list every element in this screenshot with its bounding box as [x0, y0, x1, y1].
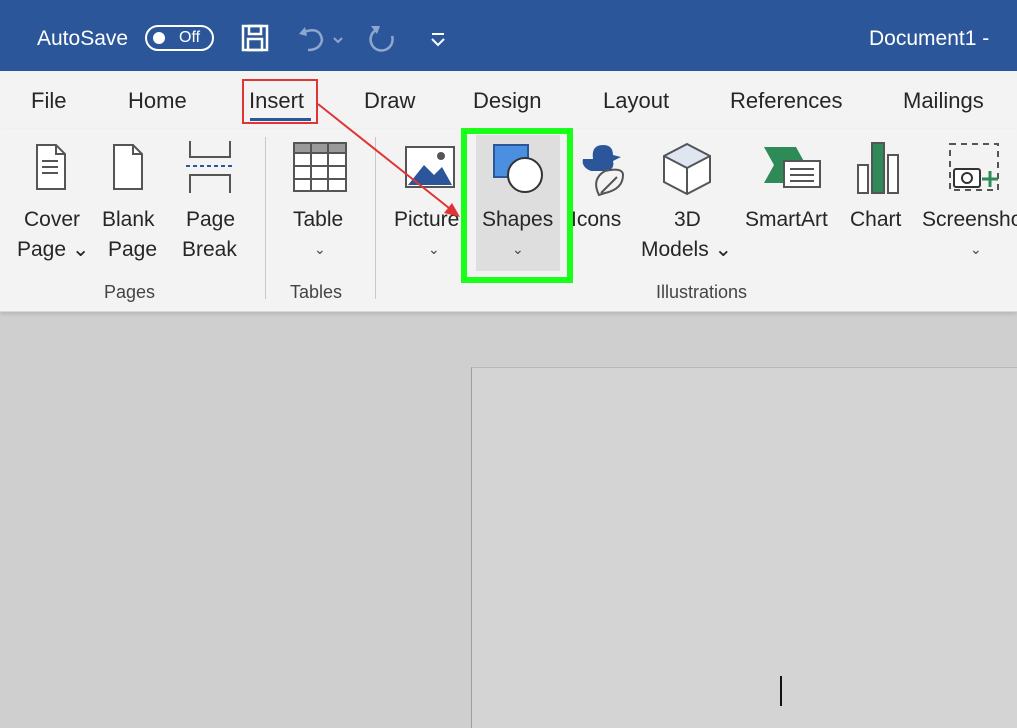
group-separator	[375, 137, 376, 299]
table-chevron-down-icon: ⌄	[314, 241, 326, 257]
3d-models-button[interactable]: 3D Models ⌄	[638, 129, 738, 279]
text-cursor	[780, 676, 782, 706]
page-break-label-line1: Page	[186, 208, 236, 231]
save-icon[interactable]	[240, 22, 270, 54]
tab-file[interactable]: File	[31, 88, 66, 114]
cover-page-label-line2: Page ⌄	[17, 238, 90, 261]
screenshot-label: Screensho	[922, 208, 1017, 231]
icons-button[interactable]: Icons	[565, 129, 631, 279]
blank-page-label-line1: Blank	[102, 208, 155, 231]
table-label: Table	[293, 208, 344, 231]
table-icon	[293, 142, 347, 192]
pictures-icon	[405, 146, 455, 188]
page-break-icon	[186, 141, 234, 193]
chart-label: Chart	[850, 208, 902, 231]
document-title: Document1 -	[869, 27, 990, 50]
group-label-pages: Pages	[104, 282, 156, 302]
ribbon-tabs: File Home Insert Draw Design Layout Refe…	[0, 71, 1017, 129]
shapes-button-highlight	[461, 128, 573, 283]
tab-draw[interactable]: Draw	[364, 88, 415, 114]
3d-cube-icon	[663, 142, 711, 196]
redo-icon[interactable]	[366, 22, 402, 54]
pictures-chevron-down-icon: ⌄	[428, 241, 440, 257]
chart-button[interactable]: Chart	[846, 129, 910, 279]
screenshot-chevron-down-icon: ⌄	[970, 241, 982, 257]
insert-tab-highlight	[242, 79, 318, 124]
toggle-knob	[153, 32, 165, 44]
smartart-label: SmartArt	[745, 208, 828, 231]
tab-mailings[interactable]: Mailings	[903, 88, 984, 114]
table-button[interactable]: Table ⌄	[284, 129, 356, 279]
cover-page-button[interactable]: Cover Page ⌄	[14, 129, 90, 279]
icons-label: Icons	[571, 208, 622, 231]
3d-models-label-line1: 3D	[674, 208, 701, 231]
customize-qat-icon[interactable]	[428, 22, 448, 54]
page-break-button[interactable]: Page Break	[178, 129, 248, 279]
screenshot-icon	[949, 143, 999, 191]
autosave-state: Off	[179, 29, 201, 46]
pictures-button[interactable]: Picture ⌄	[392, 129, 462, 279]
tab-layout[interactable]: Layout	[603, 88, 669, 114]
group-label-tables: Tables	[290, 282, 343, 302]
autosave-toggle[interactable]: Off	[145, 25, 214, 51]
tab-design[interactable]: Design	[473, 88, 541, 114]
screenshot-button[interactable]: Screensho ⌄	[918, 129, 1017, 279]
chart-icon	[857, 142, 899, 194]
group-separator	[265, 137, 266, 299]
blank-page-label-line2: Page	[108, 238, 158, 261]
smartart-button[interactable]: SmartArt	[740, 129, 844, 279]
tab-references[interactable]: References	[730, 88, 843, 114]
group-label-illustrations: Illustrations	[656, 282, 748, 302]
blank-page-icon	[113, 144, 143, 190]
3d-models-label-line2: Models ⌄	[641, 238, 733, 261]
cover-page-icon	[36, 144, 66, 190]
pictures-label: Picture	[394, 208, 460, 231]
page-break-label-line2: Break	[182, 238, 237, 261]
smartart-icon	[764, 147, 821, 188]
tab-home[interactable]: Home	[128, 88, 187, 114]
title-bar: AutoSave Off Document1 -	[0, 0, 1017, 71]
icons-icon	[582, 145, 625, 197]
undo-icon[interactable]	[296, 22, 346, 54]
document-page[interactable]	[471, 367, 1017, 728]
cover-page-label-line1: Cover	[24, 208, 81, 231]
autosave-label: AutoSave	[37, 27, 129, 50]
blank-page-button[interactable]: Blank Page	[98, 129, 166, 279]
